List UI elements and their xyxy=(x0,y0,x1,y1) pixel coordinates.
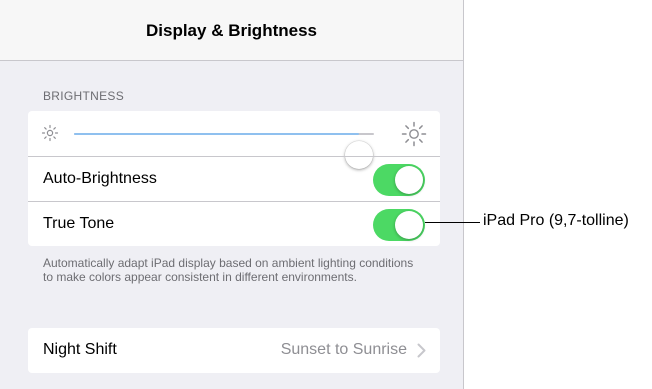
true-tone-row: True Tone xyxy=(28,201,440,247)
settings-panel: Display & Brightness BRIGHTNESS Auto-Bri… xyxy=(0,0,464,389)
night-shift-value: Sunset to Sunrise xyxy=(280,341,407,358)
brightness-slider[interactable] xyxy=(74,133,374,169)
auto-brightness-toggle[interactable] xyxy=(373,164,425,196)
true-tone-toggle[interactable] xyxy=(373,209,425,241)
night-shift-label: Night Shift xyxy=(43,341,117,358)
true-tone-description: Automatically adapt iPad display based o… xyxy=(43,256,414,284)
sun-small-icon xyxy=(41,124,59,142)
brightness-slider-fill xyxy=(74,133,359,135)
callout-label: iPad Pro (9,7-tolline) xyxy=(483,212,629,229)
true-tone-label: True Tone xyxy=(43,215,115,232)
true-tone-toggle-knob xyxy=(395,211,423,239)
brightness-group: Auto-Brightness True Tone xyxy=(28,111,440,246)
chevron-right-icon xyxy=(417,343,426,358)
brightness-section-header: BRIGHTNESS xyxy=(43,89,125,103)
brightness-slider-row xyxy=(28,111,440,169)
navigation-bar: Display & Brightness xyxy=(0,0,463,61)
auto-brightness-toggle-knob xyxy=(395,166,423,194)
sun-large-icon xyxy=(401,121,427,147)
auto-brightness-label: Auto-Brightness xyxy=(43,170,157,187)
night-shift-row[interactable]: Night Shift Sunset to Sunrise xyxy=(28,328,440,373)
page-title: Display & Brightness xyxy=(146,21,317,40)
callout-line xyxy=(425,222,480,223)
auto-brightness-row: Auto-Brightness xyxy=(28,156,440,202)
